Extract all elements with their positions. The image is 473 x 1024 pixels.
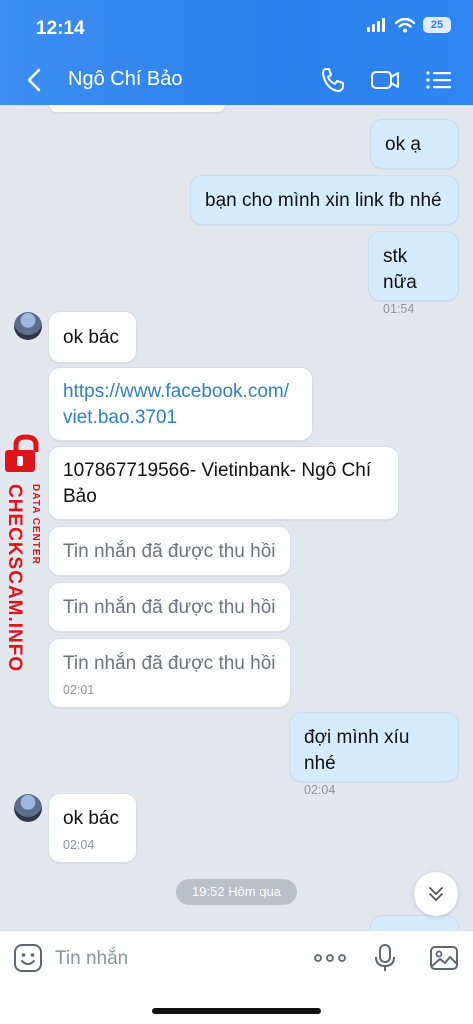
message-bubble-partial[interactable] (48, 105, 226, 113)
home-indicator (152, 1008, 321, 1014)
recalled-message-bubble[interactable]: Tin nhắn đã được thu hồi (48, 526, 291, 576)
message-text: ok bác (63, 327, 119, 348)
message-bubble-outgoing[interactable]: ok ạ (370, 119, 459, 169)
recalled-message-bubble[interactable]: Tin nhắn đã được thu hồi 02:01 (48, 638, 291, 708)
padlock-icon (5, 434, 39, 472)
watermark: CHECKSCAM.INFO DATA CENTER (0, 434, 52, 674)
scroll-to-bottom-button[interactable] (414, 872, 458, 916)
recalled-text: Tin nhắn đã được thu hồi (63, 653, 276, 674)
message-bubble-incoming[interactable]: ok bác 02:04 (48, 793, 137, 863)
message-list[interactable]: ok ạ bạn cho mình xin link fb nhé stk nữ… (0, 105, 473, 930)
message-time: 02:04 (304, 783, 336, 797)
message-text: bạn cho mình xin link fb nhé (205, 190, 442, 211)
chat-header: 12:14 25 Ngô Chí Bảo (0, 0, 473, 105)
message-text: ok ạ (385, 134, 421, 155)
message-bubble-outgoing[interactable]: stk nữa 01:54 (368, 231, 459, 316)
back-arrow-icon[interactable] (22, 66, 48, 94)
message-text: ok bác (63, 808, 119, 829)
contact-avatar[interactable] (14, 794, 42, 822)
link-text-continued[interactable]: viet.bao.3701 (63, 405, 298, 431)
wifi-icon (395, 17, 415, 32)
message-input[interactable]: Tin nhắn (55, 948, 128, 970)
status-time: 12:14 (36, 18, 85, 39)
scroll-down-icon (429, 887, 443, 901)
video-call-icon[interactable] (370, 66, 400, 94)
recalled-text: Tin nhắn đã được thu hồi (63, 597, 276, 618)
message-text-continued: Bảo (63, 486, 97, 507)
menu-list-icon[interactable] (424, 66, 454, 94)
signal-icon (367, 18, 385, 32)
date-divider: 19:52 Hôm qua (176, 879, 297, 905)
phone-icon[interactable] (318, 66, 348, 94)
message-text: stk nữa (383, 246, 417, 293)
message-time: 02:04 (63, 838, 95, 852)
image-icon[interactable] (429, 943, 459, 973)
message-text: 107867719566- Vietinbank- Ngô Chí (63, 460, 372, 481)
message-bubble-partial[interactable] (370, 915, 459, 930)
message-bubble-outgoing[interactable]: bạn cho mình xin link fb nhé (190, 175, 459, 225)
contact-name[interactable]: Ngô Chí Bảo (68, 68, 183, 91)
watermark-sub-text: DATA CENTER (30, 484, 41, 565)
recalled-text: Tin nhắn đã được thu hồi (63, 541, 276, 562)
message-text: đợi mình xíu nhé (304, 727, 410, 774)
contact-avatar[interactable] (14, 312, 42, 340)
link-message-bubble[interactable]: https://www.facebook.com/ viet.bao.3701 (48, 367, 313, 441)
microphone-icon[interactable] (370, 943, 400, 973)
message-bubble-incoming[interactable]: 107867719566- Vietinbank- Ngô Chí Bảo (48, 446, 399, 520)
watermark-main-text: CHECKSCAM.INFO (4, 484, 25, 673)
status-icons: 25 (367, 17, 451, 33)
message-time: 01:54 (383, 302, 415, 316)
recalled-message-bubble[interactable]: Tin nhắn đã được thu hồi (48, 582, 291, 632)
message-bubble-incoming[interactable]: ok bác (48, 311, 137, 363)
message-time: 02:01 (63, 683, 95, 697)
sticker-icon[interactable] (13, 943, 43, 973)
more-icon[interactable] (313, 943, 347, 973)
battery-indicator: 25 (423, 17, 451, 33)
link-text[interactable]: https://www.facebook.com/ (63, 379, 298, 405)
message-bubble-outgoing[interactable]: đợi mình xíu nhé 02:04 (289, 712, 459, 797)
